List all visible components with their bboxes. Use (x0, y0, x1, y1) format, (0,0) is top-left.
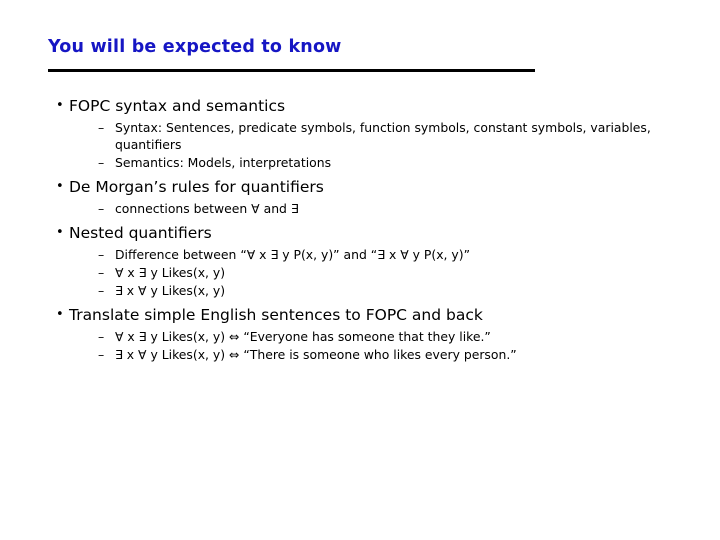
sub-bullet-list: – Difference between “∀ x ∃ y P(x, y)” a… (48, 246, 688, 299)
bullet-item-level2: – Syntax: Sentences, predicate symbols, … (48, 119, 688, 153)
sub-bullet-list: – Syntax: Sentences, predicate symbols, … (48, 119, 688, 171)
bullet-item-level2: – Semantics: Models, interpretations (48, 154, 688, 171)
bullet-group: • FOPC syntax and semantics – Syntax: Se… (48, 95, 688, 171)
dash-marker-icon: – (98, 347, 105, 362)
bullet-group: • De Morgan’s rules for quantifiers – co… (48, 176, 688, 217)
bullet-marker-icon: • (56, 307, 64, 322)
bullet-list: • FOPC syntax and semantics – Syntax: Se… (48, 90, 688, 363)
bullet-item-level1: • Translate simple English sentences to … (48, 304, 688, 326)
dash-marker-icon: – (98, 201, 105, 216)
bullet-text-level1: Nested quantifiers (69, 224, 212, 242)
bullet-item-level2: – connections between ∀ and ∃ (48, 200, 688, 217)
bullet-item-level2: – Difference between “∀ x ∃ y P(x, y)” a… (48, 246, 688, 263)
bullet-group: • Translate simple English sentences to … (48, 304, 688, 363)
dash-marker-icon: – (98, 265, 105, 280)
page-title: You will be expected to know (48, 37, 342, 57)
bullet-item-level2: – ∀ x ∃ y Likes(x, y) ⇔ “Everyone has so… (48, 328, 688, 345)
bullet-text-level1: Translate simple English sentences to FO… (69, 306, 483, 324)
bullet-text-level2: ∀ x ∃ y Likes(x, y) ⇔ “Everyone has some… (115, 329, 491, 344)
dash-marker-icon: – (98, 283, 105, 298)
bullet-marker-icon: • (56, 179, 64, 194)
bullet-item-level2: – ∀ x ∃ y Likes(x, y) (48, 264, 688, 281)
title-block: You will be expected to know (48, 36, 648, 58)
title-divider (48, 69, 535, 72)
bullet-text-level2: ∃ x ∀ y Likes(x, y) (115, 283, 226, 298)
sub-bullet-list: – ∀ x ∃ y Likes(x, y) ⇔ “Everyone has so… (48, 328, 688, 363)
bullet-item-level1: • Nested quantifiers (48, 222, 688, 244)
sub-bullet-list: – connections between ∀ and ∃ (48, 200, 688, 217)
bullet-item-level2: – ∃ x ∀ y Likes(x, y) (48, 282, 688, 299)
bullet-item-level2: – ∃ x ∀ y Likes(x, y) ⇔ “There is someon… (48, 346, 688, 363)
bullet-item-level1: • De Morgan’s rules for quantifiers (48, 176, 688, 198)
bullet-marker-icon: • (56, 225, 64, 240)
dash-marker-icon: – (98, 155, 105, 170)
bullet-marker-icon: • (56, 98, 64, 113)
dash-marker-icon: – (98, 120, 105, 135)
bullet-text-level2: Semantics: Models, interpretations (115, 155, 332, 170)
bullet-text-level1: De Morgan’s rules for quantifiers (69, 178, 324, 196)
dash-marker-icon: – (98, 329, 105, 344)
bullet-text-level2: connections between ∀ and ∃ (115, 201, 299, 216)
bullet-item-level1: • FOPC syntax and semantics (48, 95, 688, 117)
bullet-text-level2: ∀ x ∃ y Likes(x, y) (115, 265, 226, 280)
bullet-text-level2: Syntax: Sentences, predicate symbols, fu… (115, 120, 651, 152)
bullet-text-level2: Difference between “∀ x ∃ y P(x, y)” and… (115, 247, 471, 262)
slide: You will be expected to know • FOPC synt… (0, 0, 720, 540)
bullet-group: • Nested quantifiers – Difference betwee… (48, 222, 688, 299)
bullet-text-level2: ∃ x ∀ y Likes(x, y) ⇔ “There is someone … (115, 347, 517, 362)
dash-marker-icon: – (98, 247, 105, 262)
bullet-text-level1: FOPC syntax and semantics (69, 97, 286, 115)
